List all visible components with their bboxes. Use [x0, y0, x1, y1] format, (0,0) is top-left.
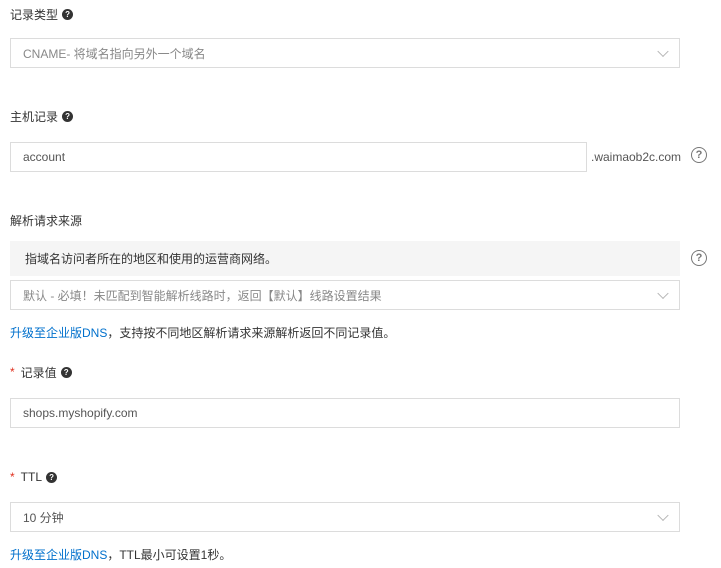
host-record-label-text: 主机记录	[10, 109, 59, 124]
ttl-select[interactable]: 10 分钟	[10, 502, 680, 532]
question-icon[interactable]: ?	[60, 366, 72, 378]
ttl-upgrade-text: ，TTL最小可设置1秒。	[107, 548, 232, 562]
ttl-label: * TTL ?	[10, 469, 58, 485]
question-icon[interactable]: ?	[46, 471, 58, 483]
resolve-source-label-text: 解析请求来源	[10, 213, 83, 228]
host-record-input[interactable]: account	[10, 142, 587, 172]
host-record-label: 主机记录 ?	[10, 108, 74, 124]
resolve-upgrade-hint: 升级至企业版DNS，支持按不同地区解析请求来源解析返回不同记录值。	[10, 324, 395, 341]
record-type-select[interactable]: CNAME- 将域名指向另外一个域名	[10, 38, 680, 68]
chevron-down-icon	[657, 287, 669, 300]
upgrade-enterprise-dns-link[interactable]: 升级至企业版DNS	[10, 326, 107, 340]
record-type-label-text: 记录类型	[10, 7, 59, 22]
question-icon[interactable]: ?	[62, 110, 74, 122]
resolve-source-info-text: 指域名访问者所在的地区和使用的运营商网络。	[25, 252, 278, 266]
required-mark: *	[10, 470, 15, 484]
host-record-value: account	[23, 150, 66, 164]
chevron-down-icon	[657, 45, 669, 58]
record-value-label: * 记录值 ?	[10, 364, 72, 380]
resolve-source-info: 指域名访问者所在的地区和使用的运营商网络。	[10, 241, 680, 276]
resolve-source-label: 解析请求来源	[10, 212, 82, 228]
record-value-value: shops.myshopify.com	[23, 406, 138, 420]
chevron-down-icon	[657, 509, 669, 522]
ttl-label-text: TTL	[20, 470, 43, 484]
question-icon[interactable]: ?	[62, 8, 74, 20]
ttl-upgrade-hint: 升级至企业版DNS，TTL最小可设置1秒。	[10, 546, 231, 563]
record-value-label-text: 记录值	[20, 365, 57, 380]
resolve-upgrade-text: ，支持按不同地区解析请求来源解析返回不同记录值。	[107, 326, 396, 340]
resolve-line-value: 默认 - 必填！未匹配到智能解析线路时，返回【默认】线路设置结果	[23, 288, 382, 303]
required-mark: *	[10, 365, 15, 379]
record-type-value: CNAME- 将域名指向另外一个域名	[23, 46, 206, 61]
upgrade-enterprise-dns-link[interactable]: 升级至企业版DNS	[10, 548, 107, 562]
ttl-value: 10 分钟	[23, 510, 64, 525]
domain-suffix: .waimaob2c.com	[591, 150, 682, 164]
help-circle-icon[interactable]: ?	[691, 250, 707, 266]
record-value-input[interactable]: shops.myshopify.com	[10, 398, 680, 428]
help-circle-icon[interactable]: ?	[691, 147, 707, 163]
resolve-line-select[interactable]: 默认 - 必填！未匹配到智能解析线路时，返回【默认】线路设置结果	[10, 280, 680, 310]
record-type-label: 记录类型 ?	[10, 6, 74, 22]
